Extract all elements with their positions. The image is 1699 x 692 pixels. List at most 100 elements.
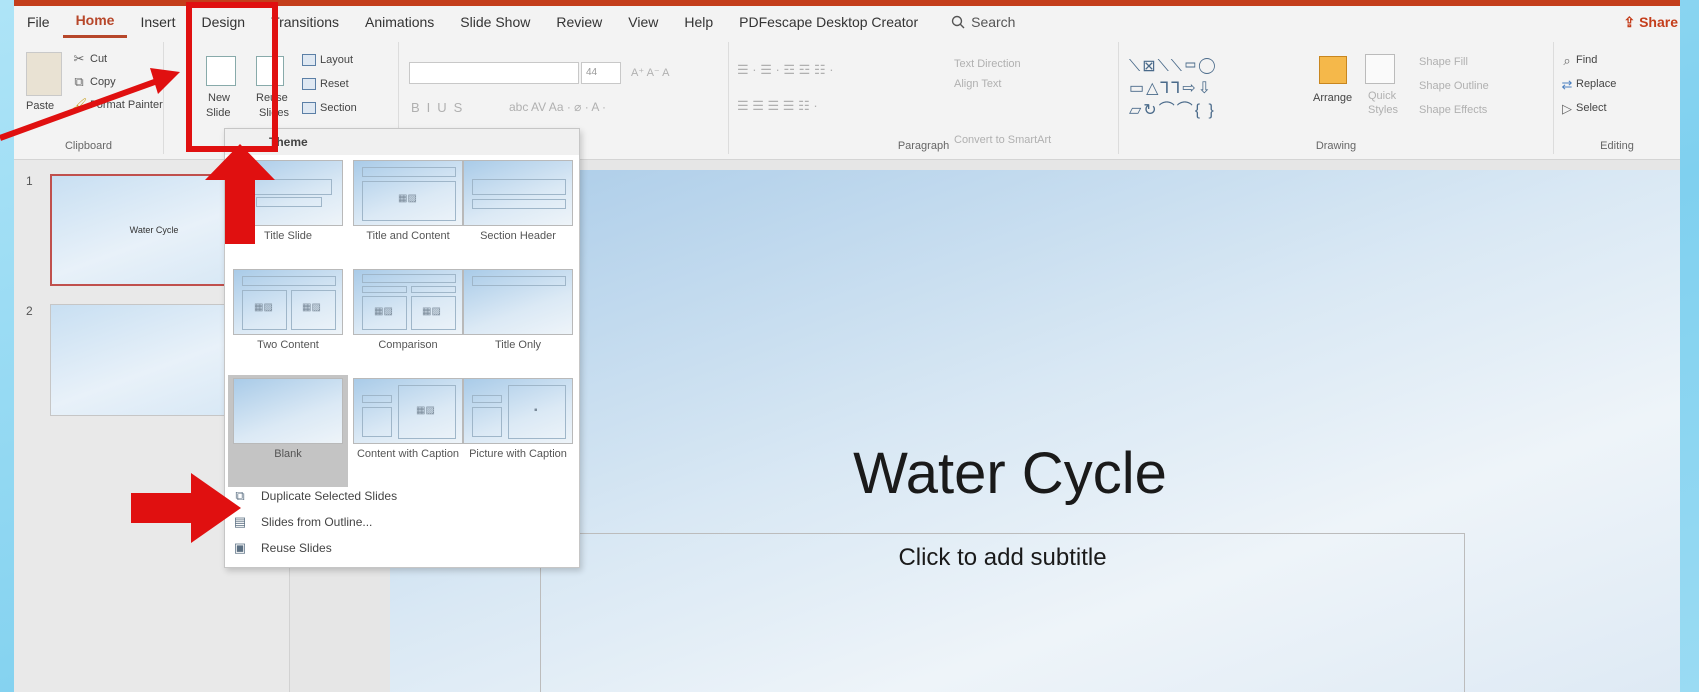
layout-icon bbox=[302, 54, 316, 66]
editing-group: ⌕ Find ⇄ Replace ▷ Select Editing bbox=[1554, 42, 1680, 154]
title-placeholder bbox=[362, 167, 456, 177]
quick-styles-icon bbox=[1365, 54, 1395, 84]
menu-review[interactable]: Review bbox=[543, 6, 615, 38]
quick-styles-button-2[interactable]: Styles bbox=[1368, 104, 1398, 116]
layout-thumbnail: ▪ bbox=[463, 378, 573, 444]
content-icons: ▦▨ bbox=[398, 193, 417, 204]
layout-thumbnail: ▦▨ ▦▨ bbox=[353, 269, 463, 335]
align-text-button[interactable]: Align Text bbox=[954, 78, 1002, 90]
menu-help[interactable]: Help bbox=[671, 6, 726, 38]
current-slide[interactable]: Water Cycle Click to add subtitle bbox=[390, 170, 1680, 692]
align-buttons[interactable]: ☰ ☰ ☰ ☰ ☷ · bbox=[737, 98, 818, 114]
picture-icon: ▪ bbox=[534, 405, 538, 416]
layout-thumbnail bbox=[463, 160, 573, 226]
menu-insert[interactable]: Insert bbox=[127, 6, 188, 38]
caption-text bbox=[472, 407, 502, 437]
content-icons: ▦▨ bbox=[416, 405, 435, 416]
section-icon bbox=[302, 102, 316, 114]
text-direction-button[interactable]: Text Direction bbox=[954, 58, 1021, 70]
menu-animations[interactable]: Animations bbox=[352, 6, 447, 38]
layout-name: Title and Content bbox=[366, 230, 450, 242]
content-icons: ▦▨ bbox=[254, 302, 273, 313]
share-button[interactable]: ⇪ Share bbox=[1623, 6, 1680, 38]
red-arrow-up bbox=[205, 144, 275, 244]
replace-icon: ⇄ bbox=[1561, 77, 1573, 92]
search-label: Search bbox=[971, 14, 1016, 30]
shapes-gallery[interactable]: ⟍⊠⟍⟍▭◯ ▭△⅂⅂⇨⇩ ▱↻⌒⌒{ } bbox=[1129, 56, 1217, 122]
layout-title-and-content[interactable]: ▦▨ Title and Content bbox=[348, 157, 468, 269]
dropdown-header: Theme bbox=[225, 129, 579, 155]
layout-name: Content with Caption bbox=[356, 448, 460, 460]
select-icon: ▷ bbox=[1562, 101, 1572, 116]
paragraph-group: ☰ · ☰ · ☲ ☲ ☷ · ☰ ☰ ☰ ☰ ☷ · Text Directi… bbox=[729, 42, 1119, 154]
layout-name: Two Content bbox=[257, 339, 319, 351]
layout-comparison[interactable]: ▦▨ ▦▨ Comparison bbox=[348, 266, 468, 378]
layout-name: Blank bbox=[274, 448, 302, 460]
title-placeholder bbox=[472, 276, 566, 286]
layout-section-header[interactable]: Section Header bbox=[458, 157, 578, 269]
layout-name: Comparison bbox=[378, 339, 438, 351]
quick-styles-button[interactable]: Quick bbox=[1368, 90, 1396, 102]
font-grow-button[interactable]: A⁺ A⁻ A bbox=[631, 66, 670, 79]
reuse-label: Reuse Slides bbox=[261, 541, 332, 555]
font-size-field[interactable]: 44 bbox=[581, 62, 621, 84]
layout-name: Title Only bbox=[494, 339, 542, 351]
search-box[interactable]: Search bbox=[951, 14, 1015, 30]
layout-content-with-caption[interactable]: ▦▨ Content with Caption bbox=[348, 375, 468, 487]
layout-name: Section Header bbox=[480, 230, 556, 242]
menu-view[interactable]: View bbox=[615, 6, 671, 38]
list-buttons[interactable]: ☰ · ☰ · ☲ ☲ ☷ · bbox=[737, 62, 834, 78]
subtitle-text: Click to add subtitle bbox=[898, 544, 1107, 571]
arrange-button[interactable]: Arrange bbox=[1313, 92, 1352, 104]
share-icon: ⇪ bbox=[1623, 14, 1640, 30]
slide-title[interactable]: Water Cycle bbox=[660, 440, 1360, 507]
text-placeholder bbox=[472, 199, 566, 209]
layout-blank[interactable]: Blank bbox=[228, 375, 348, 487]
layout-picture-with-caption[interactable]: ▪ Picture with Caption bbox=[458, 375, 578, 487]
slides-from-outline[interactable]: ▤ Slides from Outline... bbox=[225, 509, 579, 535]
font-name-field[interactable] bbox=[409, 62, 579, 84]
section-button[interactable]: Section bbox=[320, 102, 357, 114]
red-arrow-diagonal bbox=[0, 68, 180, 141]
shape-effects-button[interactable]: Shape Effects bbox=[1419, 104, 1487, 116]
duplicate-label: Duplicate Selected Slides bbox=[261, 489, 398, 503]
layout-thumbnail: ▦▨ ▦▨ bbox=[233, 269, 343, 335]
find-icon: ⌕ bbox=[1563, 53, 1571, 68]
menu-home[interactable]: Home bbox=[62, 6, 128, 38]
drawing-label: Drawing bbox=[1315, 140, 1357, 152]
slide-number-2: 2 bbox=[26, 304, 33, 318]
layout-thumbnail: ▦▨ bbox=[353, 160, 463, 226]
new-slide-dropdown: Theme Title Slide ▦▨ Title and Content S… bbox=[224, 128, 580, 568]
font-color-buttons[interactable]: abc AV Aa · ⌀ · A · bbox=[509, 100, 606, 114]
title-placeholder bbox=[242, 276, 336, 286]
heading-left bbox=[362, 286, 407, 293]
reset-icon bbox=[302, 78, 316, 90]
layout-thumbnail bbox=[463, 269, 573, 335]
select-button[interactable]: Select bbox=[1576, 102, 1607, 114]
drawing-group: ⟍⊠⟍⟍▭◯ ▭△⅂⅂⇨⇩ ▱↻⌒⌒{ } Arrange Quick Styles… bbox=[1119, 42, 1554, 154]
paragraph-label: Paragraph bbox=[897, 140, 950, 152]
layout-thumbnail: ▦▨ bbox=[353, 378, 463, 444]
replace-button[interactable]: Replace bbox=[1576, 78, 1616, 90]
reset-button[interactable]: Reset bbox=[320, 78, 349, 90]
layout-button[interactable]: Layout bbox=[320, 54, 353, 66]
font-format-buttons[interactable]: BIUS bbox=[411, 100, 469, 115]
menu-file[interactable]: File bbox=[14, 6, 63, 38]
title-placeholder bbox=[362, 274, 456, 283]
content-icons-2: ▦▨ bbox=[422, 306, 441, 317]
menu-pdfescape[interactable]: PDFescape Desktop Creator bbox=[726, 6, 931, 38]
layout-title-only[interactable]: Title Only bbox=[458, 266, 578, 378]
outline-label: Slides from Outline... bbox=[261, 515, 373, 529]
find-button[interactable]: Find bbox=[1576, 54, 1597, 66]
duplicate-selected-slides[interactable]: ⧉ Duplicate Selected Slides bbox=[225, 483, 579, 509]
thumbnail-title: Water Cycle bbox=[129, 225, 179, 235]
reuse-slides[interactable]: ▣ Reuse Slides bbox=[225, 535, 579, 561]
caption-title bbox=[362, 395, 392, 403]
font-size-value: 44 bbox=[586, 67, 598, 78]
menu-slide-show[interactable]: Slide Show bbox=[447, 6, 543, 38]
shape-fill-button[interactable]: Shape Fill bbox=[1419, 56, 1468, 68]
shape-outline-button[interactable]: Shape Outline bbox=[1419, 80, 1489, 92]
layout-two-content[interactable]: ▦▨ ▦▨ Two Content bbox=[228, 266, 348, 378]
layout-name: Picture with Caption bbox=[469, 448, 567, 460]
subtitle-placeholder[interactable]: Click to add subtitle bbox=[540, 533, 1465, 692]
